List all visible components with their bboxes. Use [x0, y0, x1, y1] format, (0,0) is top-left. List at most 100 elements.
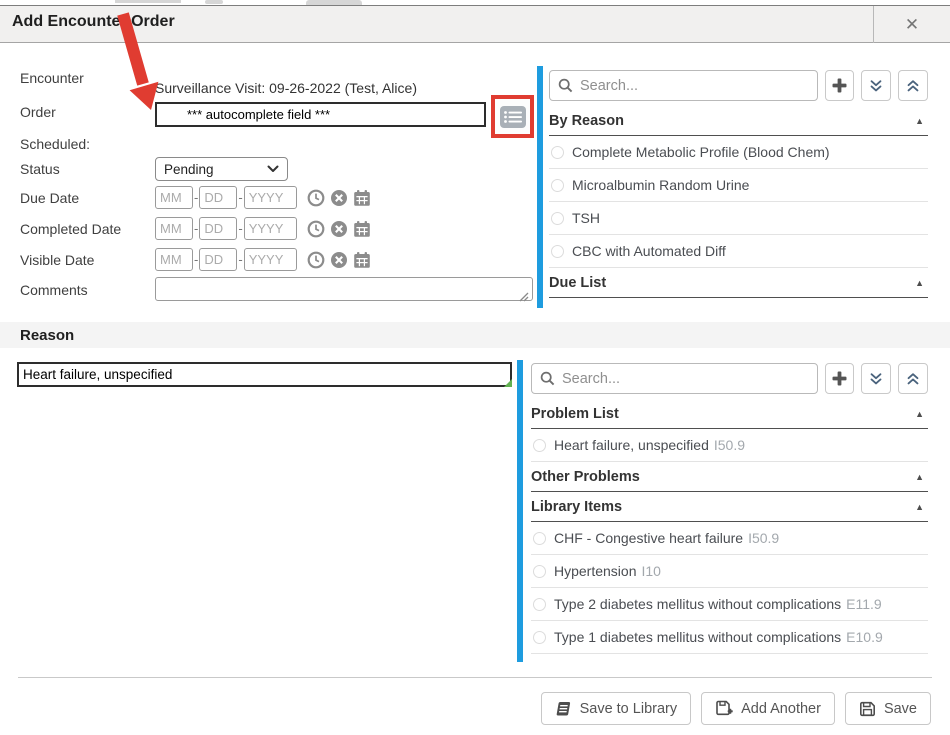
list-item[interactable]: HypertensionI10 — [531, 555, 928, 588]
encounter-value: Surveillance Visit: 09-26-2022 (Test, Al… — [155, 80, 417, 96]
due-date-dd-input[interactable] — [199, 186, 237, 209]
item-label: Microalbumin Random Urine — [572, 177, 749, 193]
chevron-double-up-icon — [906, 372, 920, 386]
save-button[interactable]: Save — [845, 692, 931, 725]
add-order-button[interactable] — [825, 70, 854, 101]
save-icon — [859, 701, 876, 717]
add-another-label: Add Another — [741, 701, 821, 717]
status-select[interactable]: Pending — [155, 157, 288, 181]
calendar-icon[interactable] — [353, 189, 371, 207]
radio-icon[interactable] — [533, 439, 546, 452]
book-icon — [555, 701, 572, 717]
radio-icon[interactable] — [533, 631, 546, 644]
visible-date-yyyy-input[interactable] — [244, 248, 297, 271]
chevron-double-up-icon — [906, 79, 920, 93]
order-lookup-list-icon[interactable] — [499, 105, 527, 129]
section-header-due-list[interactable]: Due List▲ — [549, 268, 928, 298]
add-reason-button[interactable] — [825, 363, 854, 394]
completed-date-label: Completed Date — [20, 221, 121, 237]
item-code: I10 — [642, 563, 661, 579]
list-item[interactable]: CBC with Automated Diff — [549, 235, 928, 268]
comments-label: Comments — [20, 282, 88, 298]
clear-date-icon[interactable] — [330, 220, 348, 238]
section-header-other-problems[interactable]: Other Problems▲ — [531, 462, 928, 492]
reason-autocomplete-input[interactable] — [17, 362, 512, 387]
list-item[interactable]: Type 1 diabetes mellitus without complic… — [531, 621, 928, 654]
order-autocomplete-input[interactable] — [155, 102, 486, 127]
list-item[interactable]: CHF - Congestive heart failure I50.9 — [531, 522, 928, 555]
save-label: Save — [884, 701, 917, 717]
item-label: TSH — [572, 210, 600, 226]
footer-divider — [18, 677, 932, 678]
collapse-all-button[interactable] — [898, 363, 928, 394]
radio-icon[interactable] — [551, 212, 564, 225]
plus-icon — [832, 371, 847, 386]
due-date-yyyy-input[interactable] — [244, 186, 297, 209]
expand-all-button[interactable] — [861, 363, 891, 394]
due-date-label: Due Date — [20, 190, 79, 206]
list-item[interactable]: Type 2 diabetes mellitus without complic… — [531, 588, 928, 621]
completed-date-row: -- — [155, 217, 371, 240]
close-button[interactable]: ✕ — [874, 6, 950, 43]
chevron-down-icon — [267, 165, 279, 173]
list-item[interactable]: Microalbumin Random Urine — [549, 169, 928, 202]
item-label: CBC with Automated Diff — [572, 243, 726, 259]
scheduled-label: Scheduled: — [20, 136, 90, 152]
section-header-library-items[interactable]: Library Items▲ — [531, 492, 928, 522]
section-header-by-reason[interactable]: By Reason▲ — [549, 106, 928, 136]
list-item[interactable]: Complete Metabolic Profile (Blood Chem) — [549, 136, 928, 169]
save-to-library-button[interactable]: Save to Library — [541, 692, 692, 725]
item-code: I50.9 — [748, 530, 779, 546]
due-date-mm-input[interactable] — [155, 186, 193, 209]
chevron-double-down-icon — [869, 79, 883, 93]
encounter-label: Encounter — [20, 70, 84, 86]
item-code: I50.9 — [714, 437, 745, 453]
visible-date-label: Visible Date — [20, 252, 94, 268]
comments-textarea[interactable] — [155, 277, 533, 301]
reason-search-input[interactable] — [531, 363, 818, 394]
clock-icon[interactable] — [307, 251, 325, 269]
background-artifact — [205, 0, 223, 4]
calendar-icon[interactable] — [353, 220, 371, 238]
add-another-icon — [715, 700, 733, 717]
visible-date-mm-input[interactable] — [155, 248, 193, 271]
clear-date-icon[interactable] — [330, 189, 348, 207]
status-label: Status — [20, 161, 60, 177]
collapse-caret-icon: ▲ — [915, 472, 926, 482]
item-label: CHF - Congestive heart failure — [554, 530, 743, 546]
radio-icon[interactable] — [551, 245, 564, 258]
visible-date-dd-input[interactable] — [199, 248, 237, 271]
completed-date-mm-input[interactable] — [155, 217, 193, 240]
completed-date-dd-input[interactable] — [199, 217, 237, 240]
expand-all-button[interactable] — [861, 70, 891, 101]
radio-icon[interactable] — [533, 598, 546, 611]
item-code: E11.9 — [846, 596, 882, 612]
list-item[interactable]: Heart failure, unspecified I50.9 — [531, 429, 928, 462]
status-selected-value: Pending — [164, 162, 214, 177]
add-another-button[interactable]: Add Another — [701, 692, 835, 725]
clock-icon[interactable] — [307, 189, 325, 207]
order-search-input[interactable] — [549, 70, 818, 101]
completed-date-yyyy-input[interactable] — [244, 217, 297, 240]
section-header-problem-list[interactable]: Problem List▲ — [531, 399, 928, 429]
item-label: Complete Metabolic Profile (Blood Chem) — [572, 144, 830, 160]
collapse-all-button[interactable] — [898, 70, 928, 101]
radio-icon[interactable] — [551, 146, 564, 159]
radio-icon[interactable] — [533, 532, 546, 545]
radio-icon[interactable] — [533, 565, 546, 578]
close-icon: ✕ — [905, 16, 919, 33]
list-item[interactable]: TSH — [549, 202, 928, 235]
chevron-double-down-icon — [869, 372, 883, 386]
clear-date-icon[interactable] — [330, 251, 348, 269]
background-artifact — [115, 0, 181, 3]
calendar-icon[interactable] — [353, 251, 371, 269]
clock-icon[interactable] — [307, 220, 325, 238]
reason-section-title: Reason — [20, 327, 74, 344]
radio-icon[interactable] — [551, 179, 564, 192]
item-label: Heart failure, unspecified — [554, 437, 709, 453]
save-to-library-label: Save to Library — [580, 701, 678, 717]
plus-icon — [832, 78, 847, 93]
collapse-caret-icon: ▲ — [915, 409, 926, 419]
collapse-caret-icon: ▲ — [915, 278, 926, 288]
due-date-row: -- — [155, 186, 371, 209]
